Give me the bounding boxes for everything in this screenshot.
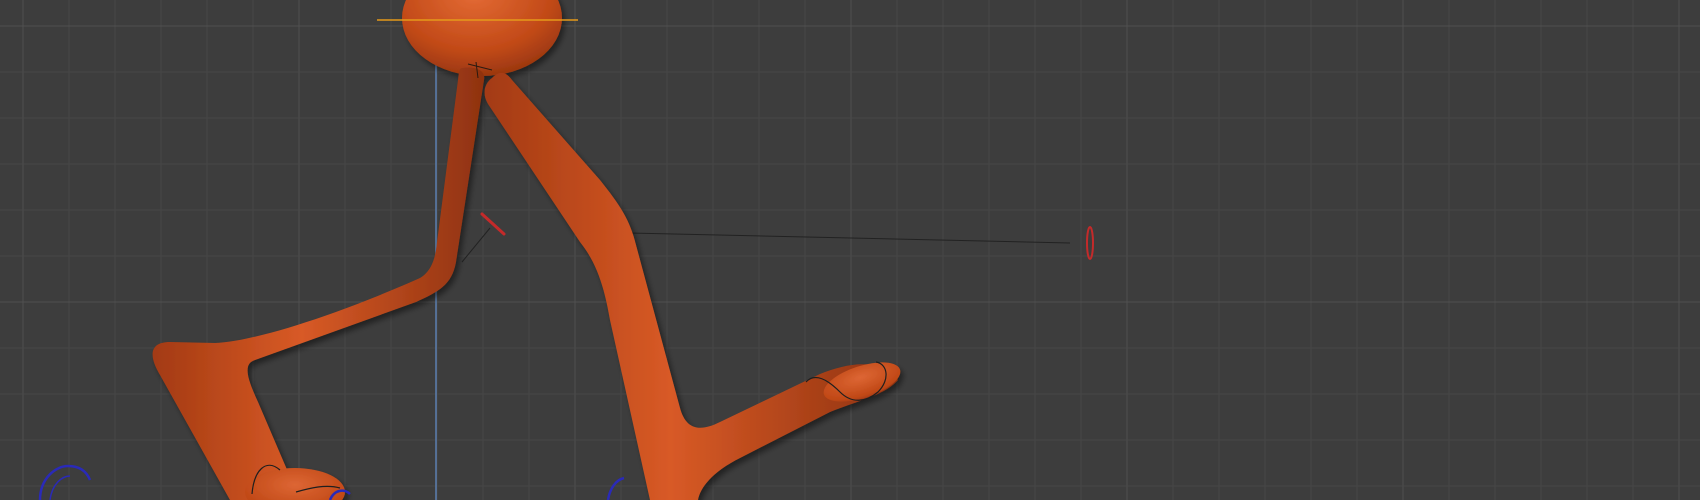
right-foot-roll-control[interactable] <box>606 476 625 500</box>
knee-ik-control[interactable] <box>480 212 506 236</box>
character-right-leg[interactable] <box>484 73 898 500</box>
character-head[interactable] <box>402 0 562 76</box>
pole-target-relationship-line <box>627 232 1071 244</box>
left-foot-roll-control-inner <box>49 475 71 500</box>
knee-pole-relationship-line <box>461 227 491 263</box>
viewport-canvas[interactable] <box>0 0 1700 500</box>
pole-target-control[interactable] <box>1086 226 1094 260</box>
left-foot-roll-control[interactable] <box>38 464 92 500</box>
character-left-leg[interactable] <box>152 67 485 500</box>
3d-viewport[interactable] <box>0 0 1700 500</box>
